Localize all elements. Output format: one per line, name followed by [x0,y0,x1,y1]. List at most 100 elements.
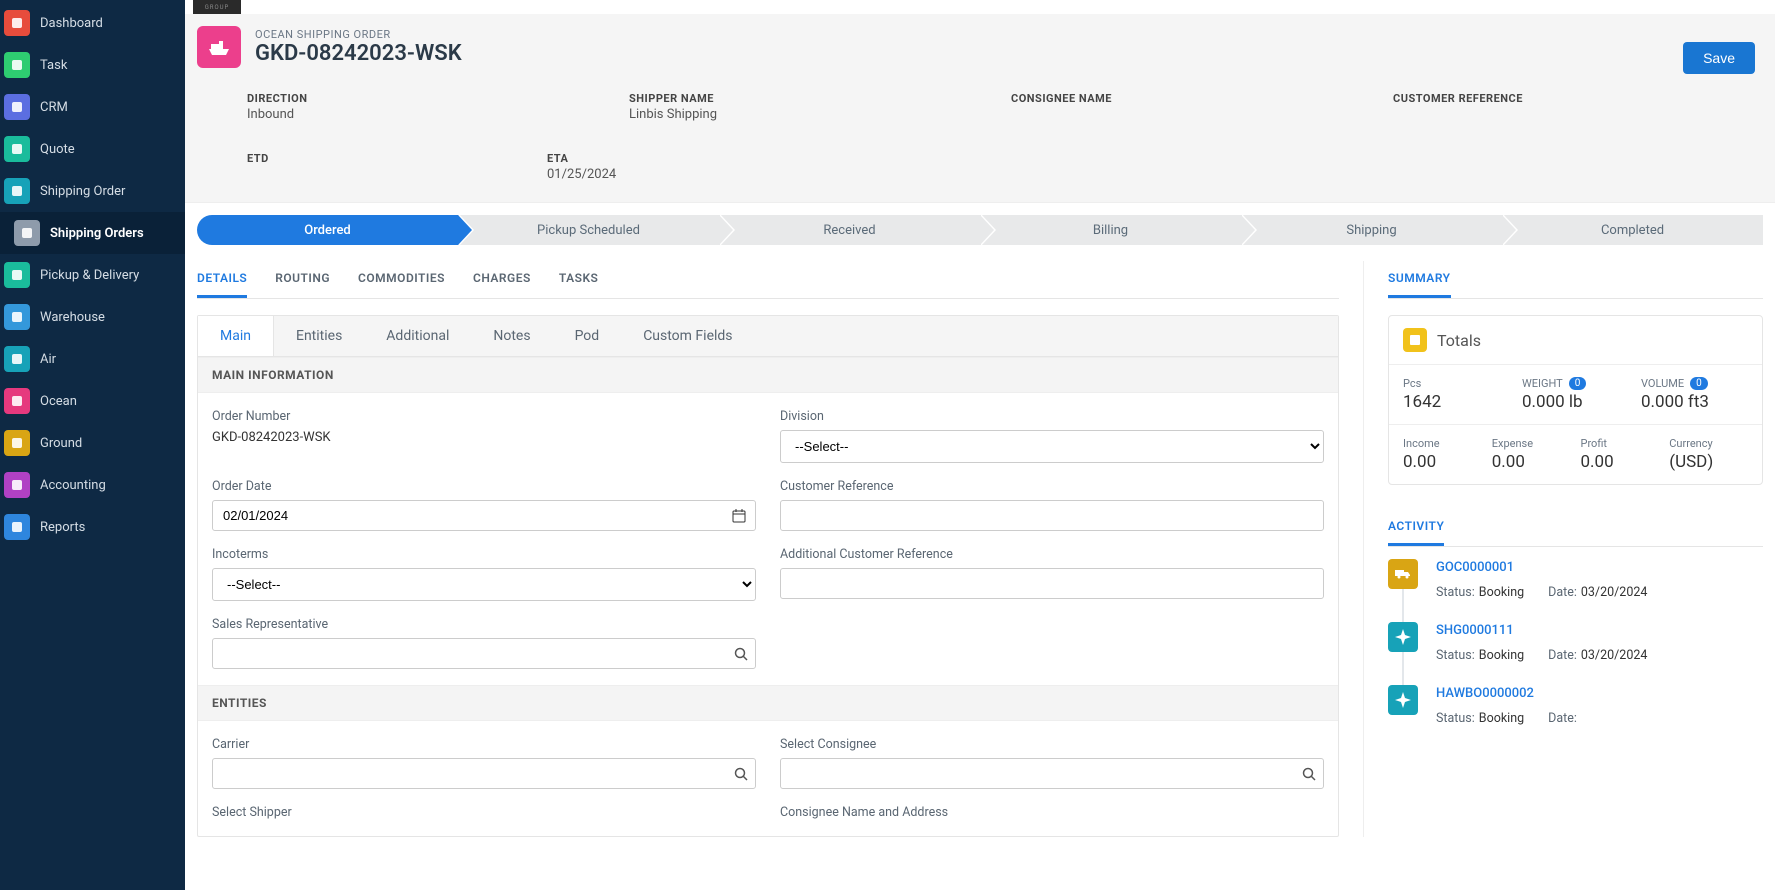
sidebar-icon [4,514,30,540]
sidebar-item-shipping-order[interactable]: Shipping Order [0,170,185,212]
pcs-value: 1642 [1403,392,1510,412]
sidebar-item-label: Warehouse [40,310,105,325]
sidebar-icon [14,220,40,246]
activity-meta: Status:BookingDate:03/20/2024 [1436,648,1763,663]
volume-badge: 0 [1690,377,1708,390]
eta-label: ETA [547,152,1755,165]
tab-commodities[interactable]: COMMODITIES [358,261,445,298]
income-value: 0.00 [1403,452,1482,472]
tab-charges[interactable]: CHARGES [473,261,531,298]
sales-representative-label: Sales Representative [212,617,756,632]
subtab-pod[interactable]: Pod [553,316,622,356]
plane-icon [1388,685,1418,715]
activity-list: GOC0000001Status:BookingDate:03/20/2024S… [1388,559,1763,748]
sidebar-item-pickup-delivery[interactable]: Pickup & Delivery [0,254,185,296]
subtab-custom-fields[interactable]: Custom Fields [621,316,754,356]
customer-reference-input[interactable] [780,500,1324,531]
sidebar-item-label: Task [40,58,67,73]
customer-reference-label: CUSTOMER REFERENCE [1393,92,1755,105]
sidebar-item-task[interactable]: Task [0,44,185,86]
shipper-name-label: SHIPPER NAME [629,92,991,105]
sidebar-item-label: Shipping Orders [50,226,144,241]
sidebar-item-crm[interactable]: CRM [0,86,185,128]
detail-tabs: DETAILS ROUTING COMMODITIES CHARGES TASKS [197,261,1339,299]
customer-reference-form-label: Customer Reference [780,479,1324,494]
tab-summary[interactable]: SUMMARY [1388,261,1451,298]
subtab-card: MainEntitiesAdditionalNotesPodCustom Fie… [197,315,1339,837]
currency-value: (USD) [1669,452,1748,472]
sidebar-item-ground[interactable]: Ground [0,422,185,464]
tab-details[interactable]: DETAILS [197,261,247,298]
sidebar-item-quote[interactable]: Quote [0,128,185,170]
progress-steps: OrderedPickup ScheduledReceivedBillingSh… [197,215,1763,245]
subtabs: MainEntitiesAdditionalNotesPodCustom Fie… [198,316,1338,357]
sidebar-item-accounting[interactable]: Accounting [0,464,185,506]
sidebar-item-label: Air [40,352,56,367]
sidebar-item-air[interactable]: Air [0,338,185,380]
main-content: GROUP OCEAN SHIPPING ORDER GKD-08242023-… [185,0,1775,890]
sidebar-item-label: Reports [40,520,85,535]
activity-item: GOC0000001Status:BookingDate:03/20/2024 [1388,559,1763,622]
pcs-label: Pcs [1403,377,1510,390]
volume-label: VOLUME [1641,377,1684,390]
additional-customer-reference-input[interactable] [780,568,1324,599]
profit-value: 0.00 [1581,452,1660,472]
progress-step-received[interactable]: Received [719,215,980,245]
activity-item: HAWBO0000002 Status:BookingDate: [1388,685,1763,748]
division-select[interactable]: --Select-- [780,430,1324,463]
sidebar-item-label: CRM [40,100,68,115]
plane-icon [1388,622,1418,652]
carrier-input[interactable] [212,758,756,789]
sidebar-item-dashboard[interactable]: Dashboard [0,2,185,44]
sidebar-icon [4,136,30,162]
division-label: Division [780,409,1324,424]
profit-label: Profit [1581,437,1660,450]
sidebar-item-reports[interactable]: Reports [0,506,185,548]
activity-id-link[interactable]: GOC0000001 [1436,560,1514,575]
truck-icon [1388,559,1418,589]
subtab-notes[interactable]: Notes [471,316,552,356]
progress-step-completed[interactable]: Completed [1502,215,1763,245]
additional-customer-reference-label: Additional Customer Reference [780,547,1324,562]
order-date-input[interactable] [212,500,756,531]
progress-step-pickup-scheduled[interactable]: Pickup Scheduled [458,215,719,245]
tab-tasks[interactable]: TASKS [559,261,599,298]
expense-value: 0.00 [1492,452,1571,472]
shipper-name-value: Linbis Shipping [629,107,991,122]
tab-routing[interactable]: ROUTING [275,261,330,298]
weight-label: WEIGHT [1522,377,1563,390]
currency-label: Currency [1669,437,1748,450]
save-button[interactable]: Save [1683,42,1755,74]
order-number-value: GKD-08242023-WSK [212,430,756,445]
sidebar-icon [4,304,30,330]
sidebar-item-shipping-orders[interactable]: Shipping Orders [0,212,185,254]
sidebar-icon [4,388,30,414]
sidebar-item-warehouse[interactable]: Warehouse [0,296,185,338]
sidebar-item-label: Ground [40,436,82,451]
order-header: OCEAN SHIPPING ORDER GKD-08242023-WSK Sa… [185,14,1775,203]
brand-logo: GROUP [193,0,241,14]
activity-id-link[interactable]: HAWBO0000002 [1436,686,1534,701]
subtab-main[interactable]: Main [198,316,274,356]
sidebar-item-ocean[interactable]: Ocean [0,380,185,422]
incoterms-label: Incoterms [212,547,756,562]
subtab-additional[interactable]: Additional [364,316,471,356]
sidebar-item-label: Accounting [40,478,106,493]
select-consignee-input[interactable] [780,758,1324,789]
etd-label: ETD [247,152,527,165]
progress-step-billing[interactable]: Billing [980,215,1241,245]
activity-meta: Status:BookingDate: [1436,711,1763,726]
carrier-label: Carrier [212,737,756,752]
subtab-entities[interactable]: Entities [274,316,364,356]
incoterms-select[interactable]: --Select-- [212,568,756,601]
section-entities: ENTITIES [198,685,1338,721]
sidebar-icon [4,178,30,204]
order-number-title: GKD-08242023-WSK [255,41,462,66]
progress-step-ordered[interactable]: Ordered [197,215,458,245]
activity-id-link[interactable]: SHG0000111 [1436,623,1514,638]
tab-activity[interactable]: ACTIVITY [1388,509,1444,546]
consignee-name-label: CONSIGNEE NAME [1011,92,1373,105]
progress-step-shipping[interactable]: Shipping [1241,215,1502,245]
sidebar-item-label: Dashboard [40,16,103,31]
sales-representative-input[interactable] [212,638,756,669]
